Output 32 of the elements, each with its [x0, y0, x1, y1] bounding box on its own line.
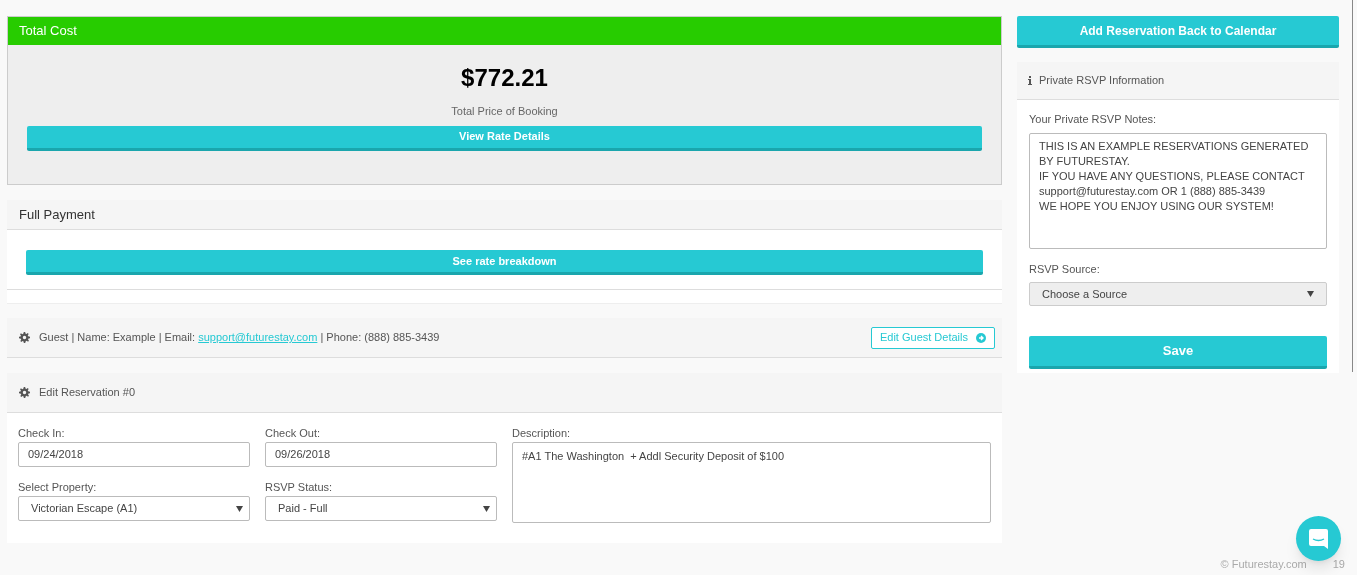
- select-field[interactable]: Victorian Escape (A1): [18, 496, 250, 521]
- info-icon: [1028, 76, 1032, 85]
- field-label: Check In:: [18, 426, 66, 441]
- field-label: RSVP Source:: [1029, 261, 1101, 277]
- chat-icon: [1309, 528, 1328, 549]
- field-label: Description:: [512, 426, 572, 441]
- panel-title: Full Payment: [19, 205, 95, 224]
- gear-icon: [19, 387, 30, 398]
- field-label: Check Out:: [265, 426, 322, 441]
- guest-summary: Guest | Name: Example | Email: support@futurestay.com | Phone: (888) 885-3439: [39, 330, 440, 346]
- panel-title: Total Cost: [19, 22, 77, 41]
- description-field[interactable]: #A1 The Washington + Addl Security Deposit of $100: [512, 442, 991, 523]
- total-amount: $772.21: [461, 63, 548, 93]
- footer-copyright: © Futurestay.com: [1220, 556, 1307, 572]
- field-label: RSVP Status:: [265, 480, 334, 495]
- gear-icon: [19, 332, 30, 343]
- input-field[interactable]: 09/24/2018: [18, 442, 250, 467]
- caret-icon: [483, 505, 490, 512]
- chat-button[interactable]: [1296, 516, 1341, 561]
- source-select[interactable]: Choose a Source: [1029, 282, 1327, 306]
- panel-title: Private RSVP Information: [1039, 73, 1165, 89]
- arrow-circle-icon: [976, 332, 986, 343]
- caret-icon: [1307, 291, 1314, 297]
- field-label: Select Property:: [18, 480, 98, 495]
- caret-icon: [236, 505, 243, 512]
- field-label: Your Private RSVP Notes:: [1029, 112, 1158, 127]
- notes-field[interactable]: THIS IS AN EXAMPLE RESERVATIONS GENERATED BY FUTURESTAY. IF YOU HAVE ANY QUESTIONS, PLEASE CONTACT support@futurestay.com OR 1 (888) 885-3439 WE HOPE YOU ENJOY USING OUR SYSTEM!: [1029, 132, 1327, 249]
- panel-title: Edit Reservation #0: [39, 385, 135, 401]
- footer-year: 19: [1332, 556, 1345, 572]
- select-field[interactable]: Paid - Full: [265, 496, 497, 521]
- input-field[interactable]: 09/26/2018: [265, 442, 497, 467]
- total-caption: Total Price of Booking: [451, 104, 558, 119]
